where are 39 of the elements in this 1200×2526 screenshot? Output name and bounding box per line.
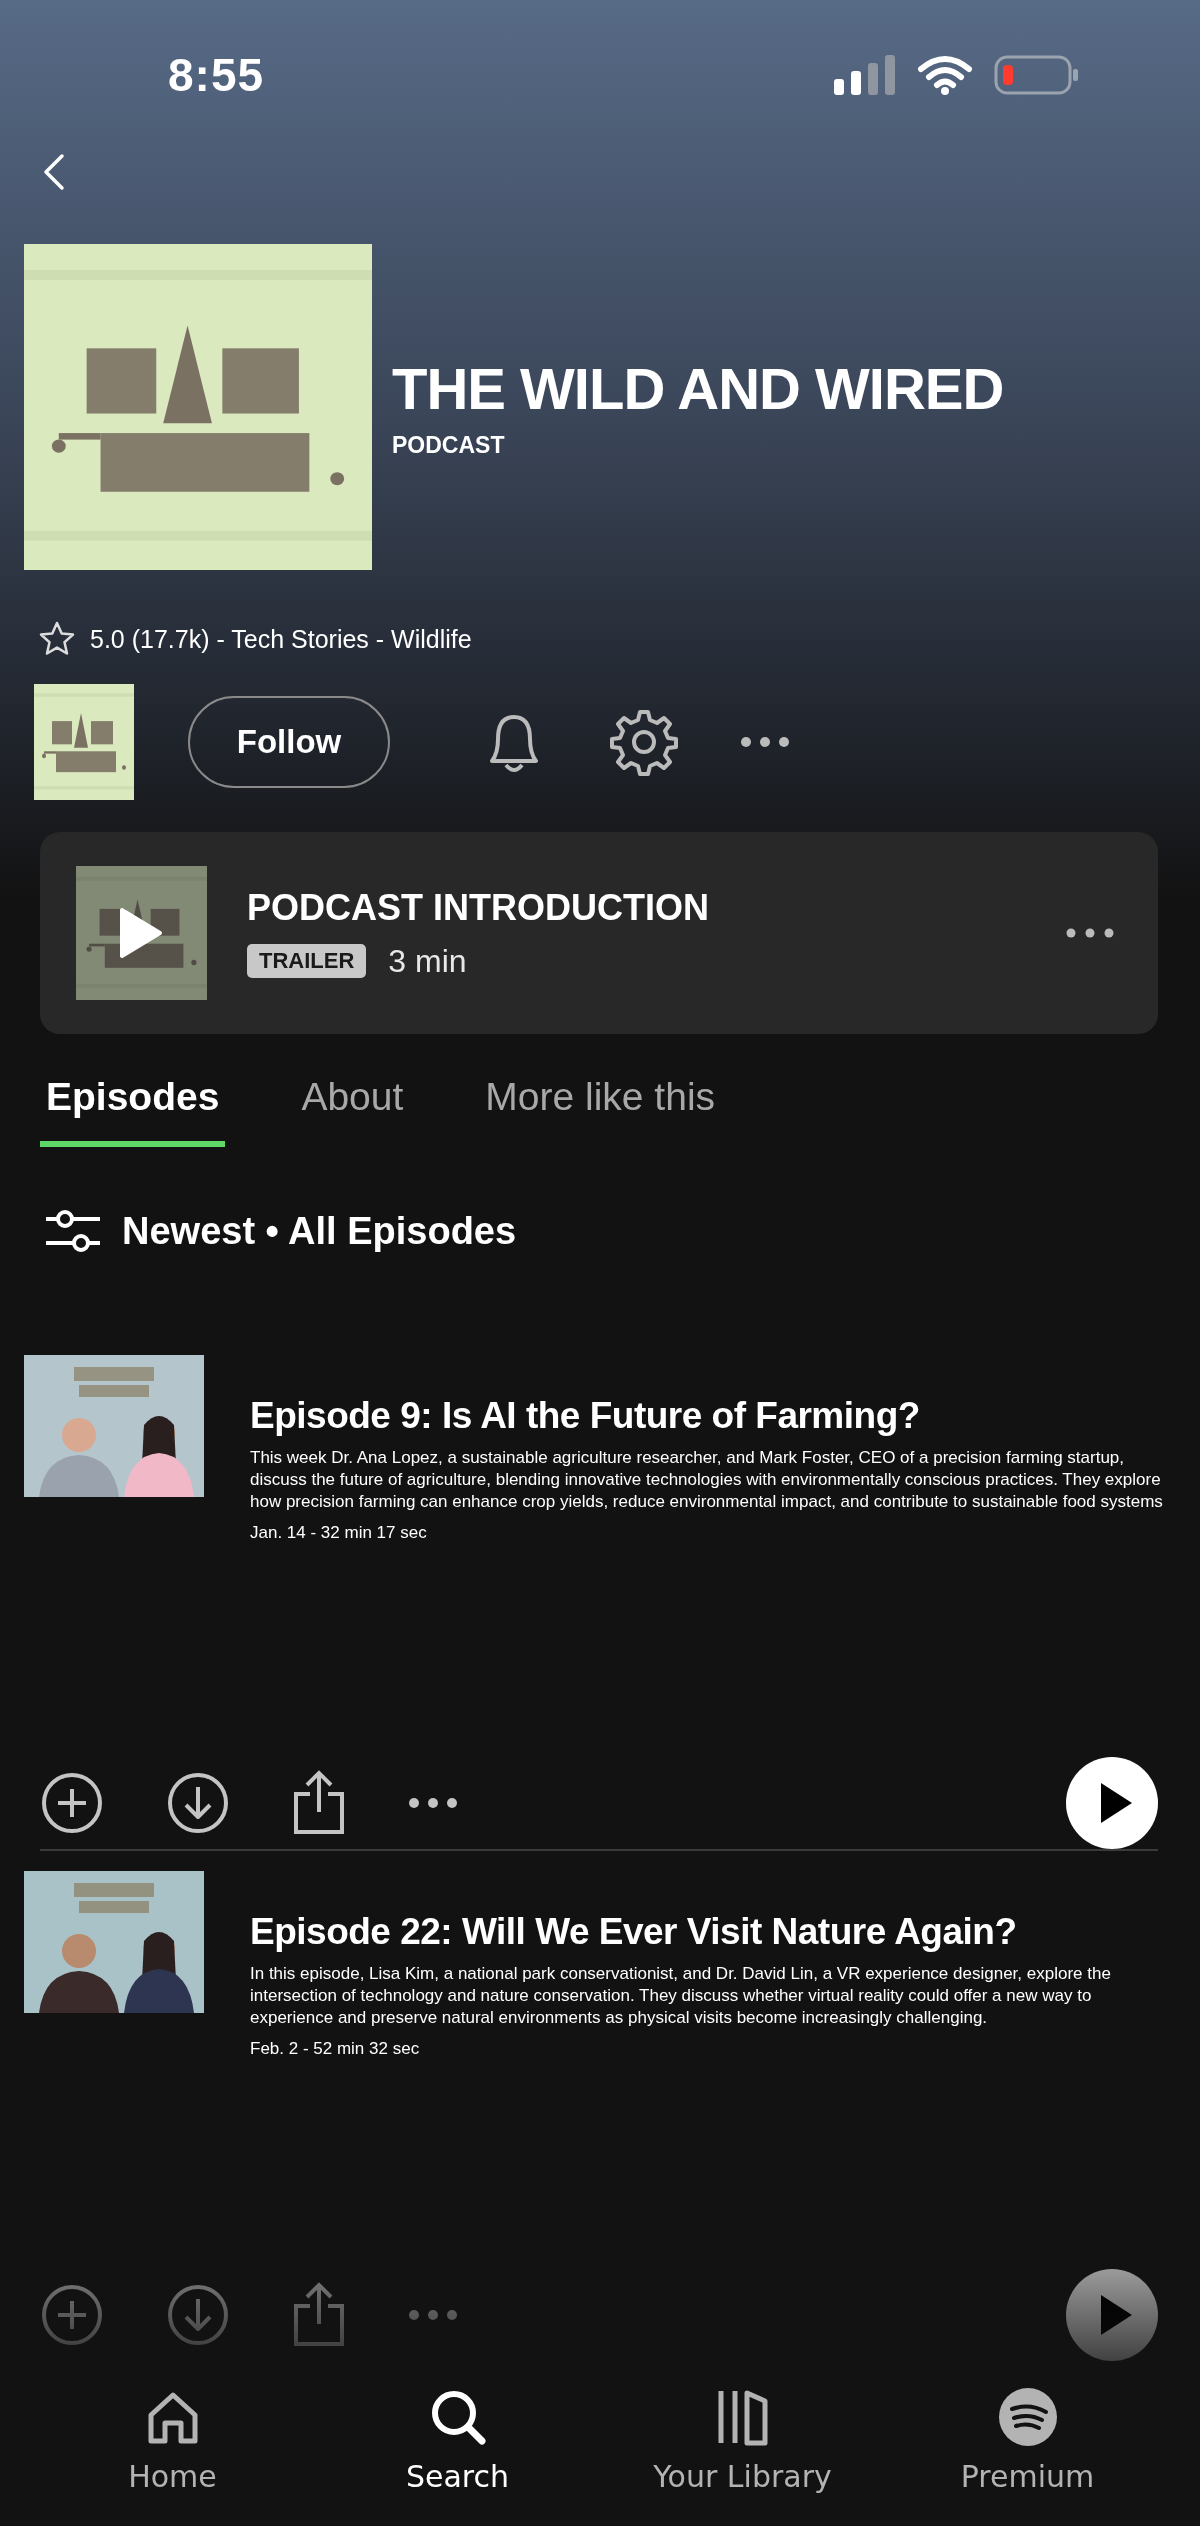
- episode-description: This week Dr. Ana Lopez, a sustainable agriculture researcher, and Mark Foster, CEO of a precision farming startup, discuss the future of agriculture, blending innovative technologies with environmentally conscious practices. They explore how precision farming can enhance crop yields, reduce environmental impact, and contribute to sustainable food systems: [250, 1447, 1164, 1513]
- more-icon[interactable]: [1066, 928, 1114, 938]
- podcast-title: THE WILD AND WIRED: [392, 355, 1004, 422]
- podcast-label: PODCAST: [392, 432, 506, 459]
- tab[interactable]: More like this: [479, 1074, 722, 1147]
- episode-description: In this episode, Lisa Kim, a national park conservationist, and Dr. David Lin, a VR experience designer, explore the intersection of technology and nature conservation. They discuss whether virtual reality could offer a new way to experience and preserve natural environments as physical visits become increasingly challenging.: [250, 1963, 1112, 2029]
- episode-meta: Jan. 14 - 32 min 17 sec: [250, 1523, 428, 1543]
- star-icon: [38, 620, 76, 658]
- trailer-card[interactable]: PODCAST INTRODUCTION TRAILER 3 min: [40, 832, 1158, 1034]
- wifi-icon: [918, 55, 972, 95]
- download-icon[interactable]: [166, 1771, 230, 1835]
- nav-tab[interactable]: Search: [342, 2386, 573, 2526]
- play-icon[interactable]: [118, 906, 164, 960]
- tab[interactable]: Episodes: [40, 1074, 226, 1147]
- filter-label[interactable]: Newest • All Episodes: [122, 1209, 517, 1253]
- rating-text: 5.0 (17.7k) - Tech Stories - Wildlife: [90, 624, 472, 654]
- episode-meta: Feb. 2 - 52 min 32 sec: [250, 2039, 421, 2059]
- more-icon[interactable]: [740, 736, 790, 748]
- filter-icon[interactable]: [44, 1207, 102, 1255]
- episode-title[interactable]: Episode 9: Is AI the Future of Farming?: [250, 1395, 1170, 1437]
- nav-tab[interactable]: Your Library: [627, 2386, 858, 2526]
- trailer-duration: 3 min: [388, 942, 467, 980]
- more-icon[interactable]: [408, 1797, 458, 1809]
- status-time: 8:55: [168, 48, 265, 102]
- follow-button[interactable]: Follow: [188, 696, 390, 788]
- nav-tab[interactable]: Home: [57, 2386, 288, 2526]
- circle-logo-icon: [997, 2387, 1058, 2447]
- trailer-title: PODCAST INTRODUCTION: [247, 886, 710, 929]
- battery-icon: [994, 55, 1080, 95]
- episode-title[interactable]: Episode 22: Will We Ever Visit Nature Again?: [250, 1911, 1170, 1953]
- nav-tab[interactable]: Premium: [912, 2386, 1143, 2526]
- tab[interactable]: About: [295, 1074, 410, 1147]
- play-button[interactable]: [1066, 1757, 1158, 1849]
- signal-icon: [834, 55, 896, 95]
- settings-icon[interactable]: [610, 708, 678, 776]
- add-icon[interactable]: [40, 1771, 104, 1835]
- share-icon[interactable]: [292, 1770, 346, 1836]
- trailer-badge: TRAILER: [247, 944, 367, 978]
- play-button[interactable]: [1066, 2269, 1158, 2361]
